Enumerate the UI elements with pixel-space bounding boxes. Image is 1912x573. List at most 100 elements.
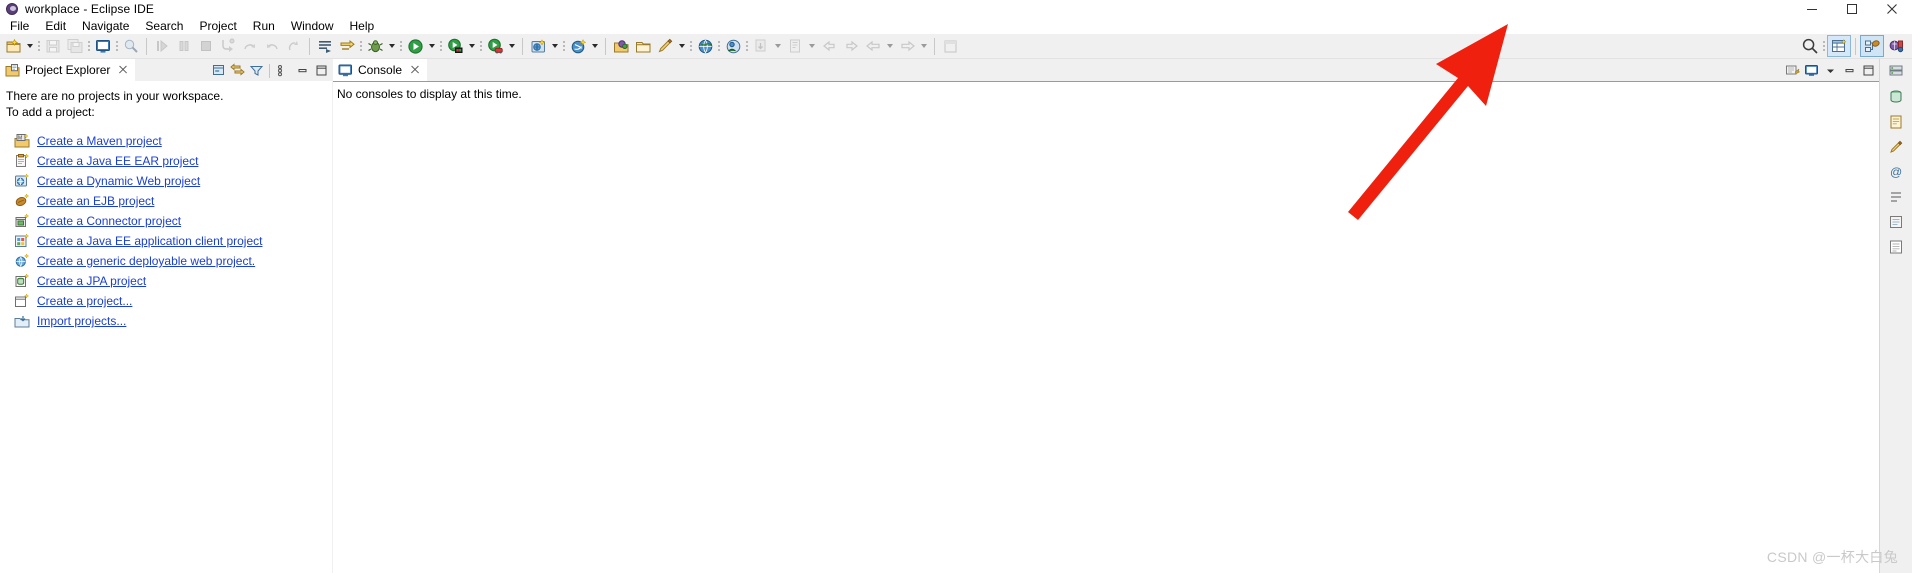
search-icon[interactable] — [1799, 35, 1821, 57]
open-perspective-icon[interactable] — [1827, 35, 1851, 57]
close-icon[interactable] — [1872, 0, 1912, 18]
menu-item-window[interactable]: Window — [283, 18, 342, 34]
tab-console[interactable]: Console — [333, 59, 428, 81]
drop-to-frame-icon — [283, 35, 305, 57]
open-browser-icon[interactable] — [694, 35, 716, 57]
view-menu-icon[interactable] — [274, 61, 292, 80]
link-label[interactable]: Import projects... — [37, 314, 126, 328]
minimize-view-icon[interactable] — [293, 61, 311, 80]
open-console-icon[interactable] — [1783, 61, 1801, 80]
servers-view-icon[interactable] — [1885, 63, 1907, 81]
outline-view-icon[interactable] — [1885, 188, 1907, 206]
display-selected-console-icon[interactable] — [1802, 61, 1820, 80]
link-label[interactable]: Create a Java EE EAR project — [37, 154, 198, 168]
problems-view-icon[interactable] — [1885, 238, 1907, 256]
tasks-view-icon[interactable] — [1885, 213, 1907, 231]
console-menu-arrow-icon[interactable] — [1821, 61, 1839, 80]
view-filter-icon[interactable] — [247, 61, 265, 80]
open-folder-icon[interactable] — [632, 35, 654, 57]
debug-bug-icon[interactable] — [364, 35, 386, 57]
collapse-all-icon[interactable] — [209, 61, 227, 80]
previous-annotation-dropdown-icon — [772, 35, 784, 57]
close-icon[interactable] — [409, 64, 421, 76]
empty-message-line-2: To add a project: — [6, 105, 95, 119]
run-dropdown-icon[interactable] — [426, 35, 438, 57]
open-package-icon[interactable] — [610, 35, 632, 57]
eclipse-icon — [5, 2, 19, 16]
link-label[interactable]: Create a Dynamic Web project — [37, 174, 200, 188]
new-web-project-icon[interactable] — [527, 35, 549, 57]
console-view-icon[interactable] — [92, 35, 114, 57]
perspective-java-ee-icon[interactable] — [1860, 35, 1884, 57]
edit-dropdown-icon[interactable] — [676, 35, 688, 57]
back-history-icon — [818, 35, 840, 57]
properties-view-icon[interactable] — [1885, 138, 1907, 156]
menu-item-edit[interactable]: Edit — [37, 18, 74, 34]
open-task-icon[interactable] — [722, 35, 744, 57]
project-explorer-view: Project Explorer There are no projects i… — [0, 59, 332, 573]
snippets-view-icon[interactable] — [1885, 113, 1907, 131]
link-label[interactable]: Create a project... — [37, 294, 132, 308]
list-item[interactable]: Create a Java EE EAR project — [6, 151, 332, 171]
run-icon[interactable] — [404, 35, 426, 57]
data-source-explorer-icon[interactable] — [1885, 88, 1907, 106]
toggle-breakpoint-icon[interactable] — [336, 35, 358, 57]
link-label[interactable]: Create a generic deployable web project. — [37, 254, 255, 268]
list-item[interactable]: Create an EJB project — [6, 191, 332, 211]
new-wizard-icon[interactable] — [2, 35, 24, 57]
debug-dropdown-icon[interactable] — [386, 35, 398, 57]
run-server-dropdown-icon[interactable] — [466, 35, 478, 57]
menu-item-navigate[interactable]: Navigate — [74, 18, 137, 34]
menu-item-file[interactable]: File — [2, 18, 37, 34]
list-item[interactable]: Create a Java EE application client proj… — [6, 231, 332, 251]
list-item[interactable]: Create a generic deployable web project. — [6, 251, 332, 271]
menu-item-project[interactable]: Project — [191, 18, 244, 34]
link-label[interactable]: Create a Java EE application client proj… — [37, 234, 262, 248]
tab-label: Project Explorer — [25, 63, 111, 77]
menu-item-help[interactable]: Help — [342, 18, 383, 34]
maximize-icon[interactable] — [1832, 0, 1872, 18]
list-item[interactable]: Create a project... — [6, 291, 332, 311]
step-into-icon — [217, 35, 239, 57]
link-label[interactable]: Create a Maven project — [37, 134, 162, 148]
tab-project-explorer[interactable]: Project Explorer — [0, 59, 136, 81]
markers-view-icon[interactable]: @ — [1885, 163, 1907, 181]
close-icon[interactable] — [117, 64, 129, 76]
next-annotation-dropdown-icon — [806, 35, 818, 57]
link-label[interactable]: Create a JPA project — [37, 274, 146, 288]
menu-bar: File Edit Navigate Search Project Run Wi… — [0, 18, 1912, 34]
back-nav-icon — [862, 35, 884, 57]
maven-project-icon: M — [14, 133, 30, 149]
minimize-view-icon[interactable] — [1840, 61, 1858, 80]
list-item[interactable]: Create a Dynamic Web project — [6, 171, 332, 191]
perspective-java-icon[interactable] — [1884, 35, 1908, 57]
maximize-view-icon[interactable] — [1859, 61, 1877, 80]
menu-item-search[interactable]: Search — [137, 18, 191, 34]
new-wizard-dropdown-icon[interactable] — [24, 35, 36, 57]
run-profile-dropdown-icon[interactable] — [506, 35, 518, 57]
new-javascript-dropdown-icon[interactable] — [589, 35, 601, 57]
project-explorer-body: There are no projects in your workspace.… — [0, 81, 332, 573]
link-label[interactable]: Create an EJB project — [37, 194, 154, 208]
run-profile-icon[interactable] — [484, 35, 506, 57]
list-item[interactable]: Import projects... — [6, 311, 332, 331]
list-item[interactable]: Create a JPA project — [6, 271, 332, 291]
skip-breakpoints-icon[interactable] — [314, 35, 336, 57]
toolbar-separator — [522, 37, 523, 55]
minimize-icon[interactable] — [1792, 0, 1832, 18]
link-with-editor-icon[interactable] — [228, 61, 246, 80]
app-client-project-icon — [14, 233, 30, 249]
back-nav-dropdown-icon — [884, 35, 896, 57]
new-web-project-dropdown-icon[interactable] — [549, 35, 561, 57]
maximize-view-icon[interactable] — [312, 61, 330, 80]
menu-item-run[interactable]: Run — [245, 18, 283, 34]
new-javascript-icon[interactable] — [567, 35, 589, 57]
link-label[interactable]: Create a Connector project — [37, 214, 181, 228]
list-item[interactable]: Create a Connector project — [6, 211, 332, 231]
next-annotation-icon — [784, 35, 806, 57]
toolbar-separator — [605, 37, 606, 55]
edit-pencil-icon[interactable] — [654, 35, 676, 57]
list-item[interactable]: M Create a Maven project — [6, 131, 332, 151]
run-server-icon[interactable] — [444, 35, 466, 57]
watermark: CSDN @一杯大白兔 — [1766, 549, 1898, 565]
